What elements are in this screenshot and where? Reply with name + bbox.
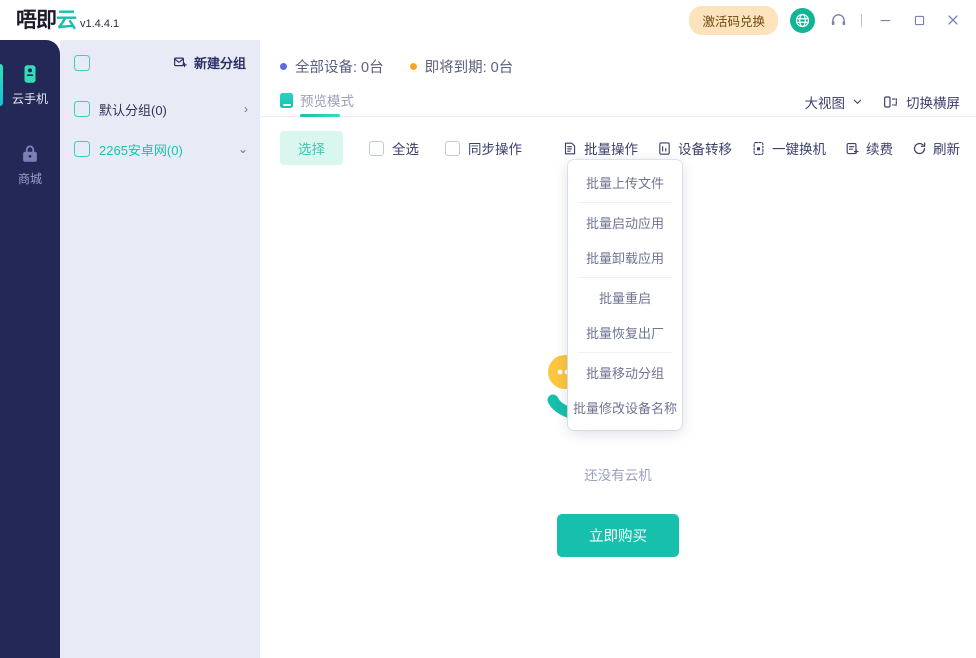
minimize-icon[interactable] [874, 9, 896, 31]
sidebar-item-label: 云手机 [12, 90, 48, 107]
select-all-label: 全选 [392, 138, 419, 158]
batch-operations-menu: 批量上传文件 批量启动应用 批量卸载应用 批量重启 批量恢复出厂 批量移动分组 … [568, 160, 682, 430]
status-all-devices: 全部设备: 0台 [280, 56, 384, 77]
status-all-devices-label: 全部设备: 0台 [295, 56, 384, 77]
globe-avatar-icon[interactable] [790, 8, 815, 33]
group-item-label: 2265安卓网(0) [99, 140, 183, 159]
menu-item-batch-rename-device[interactable]: 批量修改设备名称 [568, 390, 682, 425]
landscape-icon [883, 94, 899, 110]
menu-item-batch-factory-reset[interactable]: 批量恢复出厂 [568, 315, 682, 350]
new-group-label: 新建分组 [194, 53, 246, 72]
redeem-code-button[interactable]: 激活码兑换 [689, 6, 778, 35]
phone-icon [19, 63, 41, 85]
switch-landscape-button[interactable]: 切换横屏 [883, 92, 960, 112]
maximize-icon[interactable] [908, 9, 930, 31]
title-bar: 唔即云 v1.4.4.1 激活码兑换 [0, 0, 976, 40]
left-rail: 云手机 商城 [0, 40, 60, 658]
menu-separator [578, 202, 672, 203]
app-window: 唔即云 v1.4.4.1 激活码兑换 [0, 0, 976, 658]
new-group-icon [173, 55, 188, 70]
renew-icon [845, 141, 860, 156]
device-transfer-button[interactable]: 设备转移 [657, 138, 732, 158]
blue-dot-icon [280, 63, 287, 70]
main-content: 全部设备: 0台 即将到期: 0台 预览模式 大视图 [260, 40, 976, 658]
menu-item-batch-upload[interactable]: 批量上传文件 [568, 165, 682, 200]
preview-mode-icon [280, 93, 293, 108]
group-item-default[interactable]: 默认分组(0) › [60, 89, 260, 129]
headset-icon[interactable] [827, 9, 849, 31]
chevron-down-icon[interactable]: ⌄ [238, 143, 248, 155]
view-mode-select[interactable]: 大视图 [805, 92, 864, 112]
tab-row: 预览模式 大视图 切换横屏 [260, 77, 976, 117]
tab-label: 预览模式 [300, 90, 354, 110]
sync-operations-checkbox[interactable]: 同步操作 [445, 138, 522, 158]
close-icon[interactable] [942, 9, 964, 31]
tool-label: 刷新 [933, 138, 960, 158]
view-controls: 大视图 切换横屏 [805, 92, 961, 112]
tab-preview-mode[interactable]: 预览模式 [280, 87, 354, 116]
one-click-swap-button[interactable]: 一键换机 [751, 138, 826, 158]
store-icon [19, 143, 41, 165]
status-expiring: 即将到期: 0台 [410, 56, 514, 77]
menu-item-batch-move-group[interactable]: 批量移动分组 [568, 355, 682, 390]
status-row: 全部设备: 0台 即将到期: 0台 [260, 40, 976, 77]
new-group-button[interactable]: 新建分组 [173, 53, 246, 72]
menu-item-batch-uninstall-app[interactable]: 批量卸载应用 [568, 240, 682, 275]
batch-operations-button[interactable]: 批量操作 [563, 138, 638, 158]
version-label: v1.4.4.1 [80, 18, 119, 31]
view-mode-value: 大视图 [805, 92, 846, 112]
chevron-down-icon [852, 96, 863, 107]
menu-item-batch-start-app[interactable]: 批量启动应用 [568, 205, 682, 240]
group-list: 默认分组(0) › 2265安卓网(0) ⌄ [60, 85, 260, 169]
group-item-checkbox[interactable] [74, 101, 90, 117]
menu-item-batch-restart[interactable]: 批量重启 [568, 280, 682, 315]
title-bar-actions: 激活码兑换 [689, 6, 976, 35]
tool-label: 续费 [866, 138, 893, 158]
chevron-right-icon[interactable]: › [244, 103, 248, 115]
checkbox-box[interactable] [369, 141, 384, 156]
titlebar-divider [861, 14, 862, 27]
sidebar-item-cloud-phone[interactable]: 云手机 [0, 56, 60, 114]
menu-separator [578, 277, 672, 278]
orange-dot-icon [410, 63, 417, 70]
renew-button[interactable]: 续费 [845, 138, 893, 158]
buy-now-button[interactable]: 立即购买 [557, 514, 679, 557]
refresh-button[interactable]: 刷新 [912, 138, 960, 158]
empty-state-text: 还没有云机 [584, 464, 652, 484]
refresh-icon [912, 141, 927, 156]
brand-logo: 唔即云 [16, 10, 76, 31]
status-expiring-label: 即将到期: 0台 [425, 56, 514, 77]
sync-operations-label: 同步操作 [468, 138, 522, 158]
group-item-checkbox[interactable] [74, 141, 90, 157]
checkbox-box[interactable] [445, 141, 460, 156]
device-transfer-icon [657, 141, 672, 156]
group-panel-header: 新建分组 [60, 40, 260, 85]
sidebar-item-store[interactable]: 商城 [0, 136, 60, 194]
brand: 唔即云 v1.4.4.1 [0, 10, 119, 31]
sidebar-item-label: 商城 [18, 170, 42, 187]
tool-label: 一键换机 [772, 138, 826, 158]
group-item-2265[interactable]: 2265安卓网(0) ⌄ [60, 129, 260, 169]
select-button[interactable]: 选择 [280, 131, 343, 165]
batch-operations-icon [563, 141, 578, 156]
brand-logo-main: 唔即 [16, 8, 56, 32]
select-all-checkbox[interactable]: 全选 [369, 138, 419, 158]
group-item-label: 默认分组(0) [99, 100, 167, 119]
group-panel: 新建分组 默认分组(0) › 2265安卓网(0) ⌄ [60, 40, 260, 658]
tool-label: 设备转移 [678, 138, 732, 158]
group-select-all-checkbox[interactable] [74, 55, 90, 71]
switch-landscape-label: 切换横屏 [906, 92, 960, 112]
toolbar-actions: 批量操作 设备转移 一键换机 [563, 138, 960, 158]
menu-separator [578, 352, 672, 353]
brand-logo-cloud: 云 [56, 8, 76, 32]
tool-label: 批量操作 [584, 138, 638, 158]
one-click-swap-icon [751, 141, 766, 156]
